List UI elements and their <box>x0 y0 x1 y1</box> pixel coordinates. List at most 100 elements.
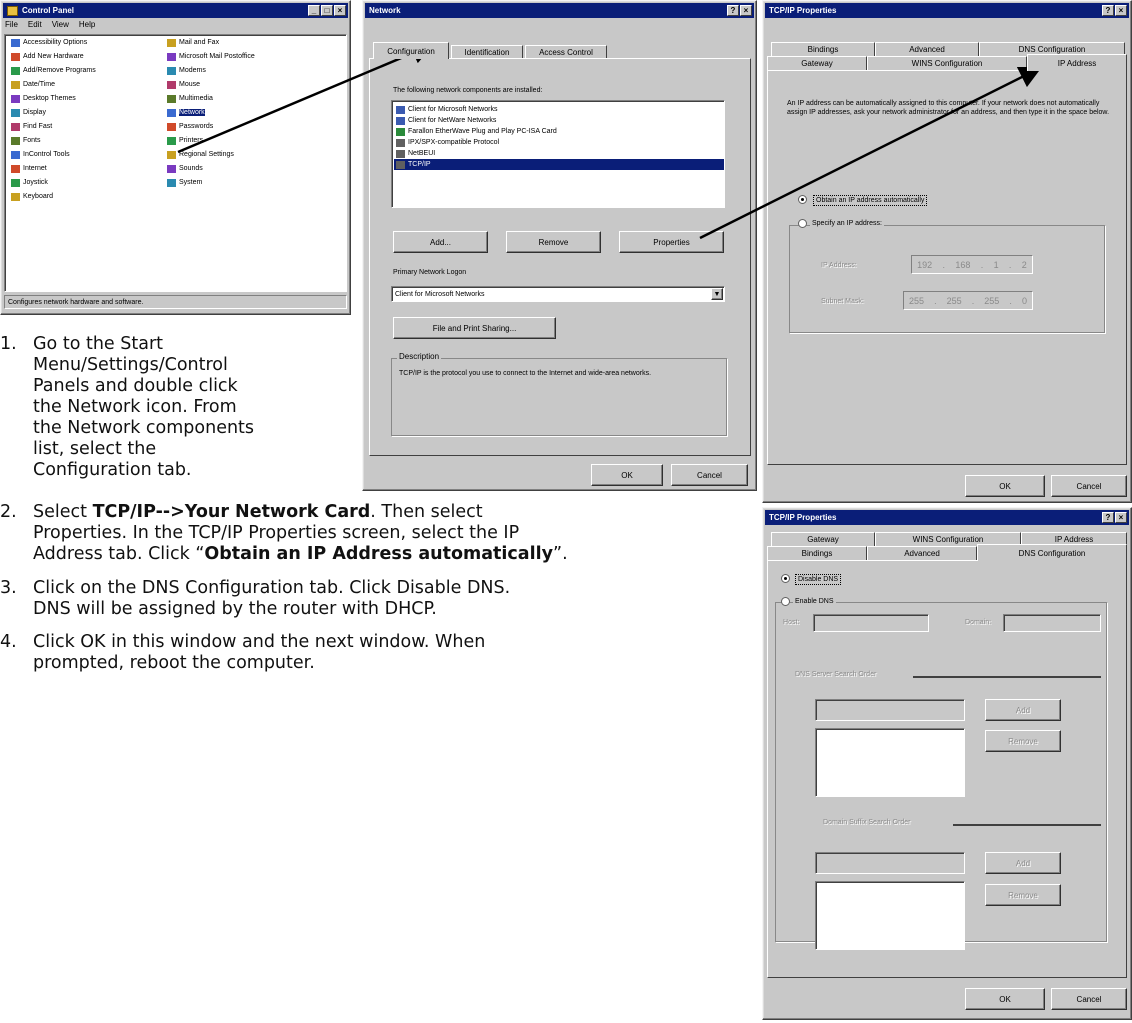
ok-button[interactable]: OK <box>591 464 663 486</box>
control-panel-item-passwords[interactable]: Passwords <box>167 121 213 132</box>
menu-help[interactable]: Help <box>79 20 95 32</box>
disable-dns-radio[interactable] <box>781 574 790 583</box>
domain-suffix-remove-button[interactable]: Remove <box>985 884 1061 906</box>
tcpip-dns-titlebar[interactable]: TCP/IP Properties ? × <box>765 510 1129 525</box>
ok-button[interactable]: OK <box>965 988 1045 1010</box>
control-panel-item-desktop-themes[interactable]: Desktop Themes <box>11 93 76 104</box>
list-item[interactable]: Client for NetWare Networks <box>394 115 724 126</box>
control-panel-item-display[interactable]: Display <box>11 107 46 118</box>
tab-bindings[interactable]: Bindings <box>771 42 875 56</box>
control-panel-item-multimedia[interactable]: Multimedia <box>167 93 213 104</box>
list-item[interactable]: Farallon EtherWave Plug and Play PC-ISA … <box>394 126 724 137</box>
control-panel-item-network[interactable]: Network <box>167 107 205 118</box>
tcpip-ip-titlebar[interactable]: TCP/IP Properties ? × <box>765 3 1129 18</box>
control-panel-item-mail-and-fax[interactable]: Mail and Fax <box>167 37 219 48</box>
list-item[interactable]: Client for Microsoft Networks <box>394 104 724 115</box>
control-panel-item-add-remove-programs[interactable]: Add/Remove Programs <box>11 65 96 76</box>
file-print-sharing-button[interactable]: File and Print Sharing... <box>393 317 556 339</box>
control-panel-item-label: Passwords <box>179 123 214 130</box>
tab-bindings[interactable]: Bindings <box>767 546 867 560</box>
add-button[interactable]: Add... <box>393 231 488 253</box>
minimize-button[interactable]: _ <box>308 5 320 16</box>
logon-dropdown[interactable]: Client for Microsoft Networks ▼ <box>391 286 725 302</box>
control-panel-item-label: InControl Tools <box>23 151 70 158</box>
system-icon <box>167 178 176 187</box>
cancel-button[interactable]: Cancel <box>671 464 748 486</box>
control-panel-item-modems[interactable]: Modems <box>167 65 206 76</box>
remove-button[interactable]: Remove <box>506 231 601 253</box>
step-line: prompted, reboot the computer. <box>33 653 315 673</box>
control-panel-item-mouse[interactable]: Mouse <box>167 79 200 90</box>
control-panel-item-find-fast[interactable]: Find Fast <box>11 121 52 132</box>
step-text: Select <box>33 502 93 522</box>
tab-gateway[interactable]: Gateway <box>767 56 867 70</box>
control-panel-item-label: Desktop Themes <box>23 95 76 102</box>
domain-suffix-field[interactable] <box>815 852 965 874</box>
ok-button[interactable]: OK <box>965 475 1045 497</box>
cancel-button[interactable]: Cancel <box>1051 475 1127 497</box>
control-panel-item-add-new-hardware[interactable]: Add New Hardware <box>11 51 84 62</box>
enable-dns-label[interactable]: Enable DNS <box>793 597 836 606</box>
network-titlebar[interactable]: Network ? × <box>365 3 754 18</box>
control-panel-item-keyboard[interactable]: Keyboard <box>11 191 53 202</box>
list-item[interactable]: NetBEUI <box>394 148 724 159</box>
tab-access-control[interactable]: Access Control <box>525 45 607 59</box>
menu-file[interactable]: File <box>5 20 18 32</box>
control-panel-item-system[interactable]: System <box>167 177 202 188</box>
specify-ip-label[interactable]: Specify an IP address: <box>810 219 884 228</box>
control-panel-item-microsoft-mail-postoffice[interactable]: Microsoft Mail Postoffice <box>167 51 255 62</box>
disable-dns-label[interactable]: Disable DNS <box>795 574 842 585</box>
control-panel-item-printers[interactable]: Printers <box>167 135 203 146</box>
enable-dns-radio[interactable] <box>781 597 790 606</box>
chevron-down-icon[interactable]: ▼ <box>711 288 723 300</box>
control-panel-item-accessibility-options[interactable]: Accessibility Options <box>11 37 87 48</box>
control-panel-item-date-time[interactable]: Date/Time <box>11 79 55 90</box>
components-list[interactable]: Client for Microsoft Networks Client for … <box>391 100 725 208</box>
obtain-auto-radio[interactable] <box>798 195 807 204</box>
tab-advanced[interactable]: Advanced <box>875 42 979 56</box>
tab-configuration[interactable]: Configuration <box>373 42 449 59</box>
network-component-icon <box>396 138 405 147</box>
subnet-mask-field[interactable]: 255. 255. 255. 0 <box>903 291 1033 310</box>
maximize-button[interactable]: □ <box>321 5 333 16</box>
dns-server-remove-button[interactable]: Remove <box>985 730 1061 752</box>
domain-field[interactable] <box>1003 614 1101 632</box>
menu-edit[interactable]: Edit <box>28 20 42 32</box>
printers-icon <box>167 136 176 145</box>
close-button[interactable]: × <box>1115 512 1127 523</box>
close-button[interactable]: × <box>334 5 346 16</box>
help-button[interactable]: ? <box>1102 5 1114 16</box>
specify-ip-radio[interactable] <box>798 219 807 228</box>
tab-gateway[interactable]: Gateway <box>771 532 875 546</box>
host-field[interactable] <box>813 614 929 632</box>
dns-server-list[interactable] <box>815 728 965 797</box>
tab-dns-configuration[interactable]: DNS Configuration <box>977 544 1127 561</box>
control-panel-titlebar[interactable]: Control Panel _ □ × <box>3 3 348 18</box>
list-item[interactable]: TCP/IP <box>394 159 724 170</box>
tab-advanced[interactable]: Advanced <box>867 546 977 560</box>
tab-ip-address[interactable]: IP Address <box>1027 54 1127 71</box>
tab-identification[interactable]: Identification <box>451 45 523 59</box>
control-panel-item-fonts[interactable]: Fonts <box>11 135 41 146</box>
properties-button[interactable]: Properties <box>619 231 724 253</box>
control-panel-item-internet[interactable]: Internet <box>11 163 47 174</box>
close-button[interactable]: × <box>740 5 752 16</box>
dns-server-add-button[interactable]: Add <box>985 699 1061 721</box>
remove-button-label: Remove <box>538 237 569 247</box>
menu-view[interactable]: View <box>52 20 69 32</box>
ip-address-field[interactable]: 192. 168. 1. 2 <box>911 255 1033 274</box>
domain-suffix-add-button[interactable]: Add <box>985 852 1061 874</box>
control-panel-item-sounds[interactable]: Sounds <box>167 163 203 174</box>
help-button[interactable]: ? <box>1102 512 1114 523</box>
control-panel-item-regional-settings[interactable]: Regional Settings <box>167 149 234 160</box>
domain-suffix-list[interactable] <box>815 881 965 950</box>
help-button[interactable]: ? <box>727 5 739 16</box>
cancel-button[interactable]: Cancel <box>1051 988 1127 1010</box>
close-button[interactable]: × <box>1115 5 1127 16</box>
control-panel-item-joystick[interactable]: Joystick <box>11 177 48 188</box>
list-item[interactable]: IPX/SPX-compatible Protocol <box>394 137 724 148</box>
dns-server-ip-field[interactable] <box>815 699 965 721</box>
obtain-auto-label[interactable]: Obtain an IP address automatically <box>813 195 928 206</box>
tab-wins-configuration[interactable]: WINS Configuration <box>867 56 1027 70</box>
control-panel-item-incontrol-tools[interactable]: InControl Tools <box>11 149 70 160</box>
